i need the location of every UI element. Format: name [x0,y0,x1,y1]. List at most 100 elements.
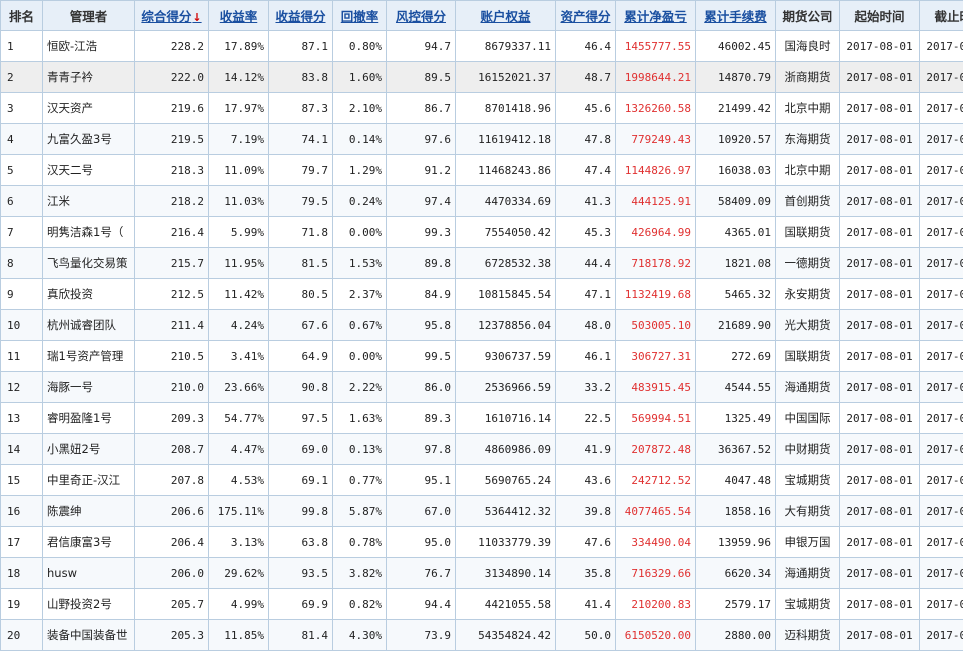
cell-net-pnl: 444125.91 [616,186,696,217]
cell-rank: 17 [1,527,43,558]
table-row[interactable]: 3汉天资产219.617.97%87.32.10%86.78701418.964… [1,93,963,124]
cell-end-date: 2017-08-21 [920,496,963,527]
cell-risk-score: 95.1 [387,465,456,496]
cell-total-score: 218.3 [135,155,209,186]
table-row[interactable]: 9真欣投资212.511.42%80.52.37%84.910815845.54… [1,279,963,310]
cell-fees: 272.69 [696,341,776,372]
cell-return-rate: 7.19% [209,124,269,155]
cell-start-date: 2017-08-01 [840,186,920,217]
table-row[interactable]: 5汉天二号218.311.09%79.71.29%91.211468243.86… [1,155,963,186]
table-row[interactable]: 16陈震绅206.6175.11%99.85.87%67.05364412.32… [1,496,963,527]
cell-net-pnl: 207872.48 [616,434,696,465]
cell-risk-score: 89.3 [387,403,456,434]
cell-return-score: 69.9 [269,589,333,620]
col-risk-score[interactable]: 风控得分 [387,1,456,31]
cell-risk-score: 76.7 [387,558,456,589]
cell-manager: 恒欧-江浩 [43,31,135,62]
cell-asset-score: 33.2 [556,372,616,403]
cell-rank: 1 [1,31,43,62]
cell-equity: 4421055.58 [456,589,556,620]
cell-manager: 明隽洁森1号（ [43,217,135,248]
cell-asset-score: 47.1 [556,279,616,310]
sort-desc-icon: ↓ [192,11,201,24]
cell-equity: 6728532.38 [456,248,556,279]
table-row[interactable]: 4九富久盈3号219.57.19%74.10.14%97.611619412.1… [1,124,963,155]
cell-asset-score: 47.6 [556,527,616,558]
col-return-rate[interactable]: 收益率 [209,1,269,31]
col-fees[interactable]: 累计手续费 [696,1,776,31]
cell-return-rate: 29.62% [209,558,269,589]
table-row[interactable]: 7明隽洁森1号（216.45.99%71.80.00%99.37554050.4… [1,217,963,248]
col-total-score[interactable]: 综合得分↓ [135,1,209,31]
cell-fees: 4544.55 [696,372,776,403]
cell-manager: 中里奇正-汉江 [43,465,135,496]
table-row[interactable]: 20装备中国装备世205.311.85%81.44.30%73.95435482… [1,620,963,651]
table-row[interactable]: 1恒欧-江浩228.217.89%87.10.80%94.78679337.11… [1,31,963,62]
cell-broker: 国联期货 [776,217,840,248]
cell-return-score: 81.5 [269,248,333,279]
col-asset-score[interactable]: 资产得分 [556,1,616,31]
cell-manager: 君信康富3号 [43,527,135,558]
col-equity[interactable]: 账户权益 [456,1,556,31]
cell-asset-score: 22.5 [556,403,616,434]
table-row[interactable]: 2青青子衿222.014.12%83.81.60%89.516152021.37… [1,62,963,93]
table-row[interactable]: 8飞鸟量化交易策215.711.95%81.51.53%89.86728532.… [1,248,963,279]
cell-net-pnl: 1132419.68 [616,279,696,310]
table-row[interactable]: 10杭州诚睿团队211.44.24%67.60.67%95.812378856.… [1,310,963,341]
col-net-pnl[interactable]: 累计净盈亏 [616,1,696,31]
cell-broker: 东海期货 [776,124,840,155]
table-row[interactable]: 17君信康富3号206.43.13%63.80.78%95.011033779.… [1,527,963,558]
cell-return-score: 71.8 [269,217,333,248]
table-row[interactable]: 6江米218.211.03%79.50.24%97.44470334.6941.… [1,186,963,217]
cell-start-date: 2017-08-01 [840,496,920,527]
cell-rank: 15 [1,465,43,496]
cell-drawdown: 2.10% [333,93,387,124]
cell-return-score: 87.1 [269,31,333,62]
cell-rank: 20 [1,620,43,651]
table-row[interactable]: 13睿明盈隆1号209.354.77%97.51.63%89.31610716.… [1,403,963,434]
cell-total-score: 216.4 [135,217,209,248]
cell-return-rate: 54.77% [209,403,269,434]
cell-manager: 飞鸟量化交易策 [43,248,135,279]
cell-start-date: 2017-08-01 [840,589,920,620]
cell-net-pnl: 4077465.54 [616,496,696,527]
table-row[interactable]: 12海豚一号210.023.66%90.82.22%86.02536966.59… [1,372,963,403]
table-row[interactable]: 15中里奇正-汉江207.84.53%69.10.77%95.15690765.… [1,465,963,496]
cell-fees: 21499.42 [696,93,776,124]
cell-drawdown: 0.77% [333,465,387,496]
cell-total-score: 208.7 [135,434,209,465]
cell-asset-score: 47.4 [556,155,616,186]
cell-rank: 12 [1,372,43,403]
cell-start-date: 2017-08-01 [840,248,920,279]
cell-start-date: 2017-08-01 [840,620,920,651]
cell-fees: 1821.08 [696,248,776,279]
cell-drawdown: 1.60% [333,62,387,93]
cell-risk-score: 89.5 [387,62,456,93]
cell-fees: 58409.09 [696,186,776,217]
cell-drawdown: 5.87% [333,496,387,527]
cell-return-rate: 4.99% [209,589,269,620]
table-row[interactable]: 11瑞1号资产管理210.53.41%64.90.00%99.59306737.… [1,341,963,372]
col-return-score[interactable]: 收益得分 [269,1,333,31]
cell-return-score: 97.5 [269,403,333,434]
table-row[interactable]: 14小黑妞2号208.74.47%69.00.13%97.84860986.09… [1,434,963,465]
cell-equity: 3134890.14 [456,558,556,589]
cell-return-rate: 175.11% [209,496,269,527]
col-drawdown[interactable]: 回撤率 [333,1,387,31]
table-row[interactable]: 18husw206.029.62%93.53.82%76.73134890.14… [1,558,963,589]
cell-manager: 九富久盈3号 [43,124,135,155]
cell-fees: 46002.45 [696,31,776,62]
ranking-table: 排名 管理者 综合得分↓ 收益率 收益得分 回撤率 风控得分 账户权益 资产得分… [0,0,963,651]
cell-broker: 浙商期货 [776,62,840,93]
cell-fees: 21689.90 [696,310,776,341]
cell-equity: 11033779.39 [456,527,556,558]
cell-fees: 36367.52 [696,434,776,465]
cell-start-date: 2017-08-01 [840,31,920,62]
cell-end-date: 2017-08-21 [920,124,963,155]
cell-total-score: 218.2 [135,186,209,217]
table-row[interactable]: 19山野投资2号205.74.99%69.90.82%94.44421055.5… [1,589,963,620]
cell-end-date: 2017-08-21 [920,310,963,341]
cell-net-pnl: 503005.10 [616,310,696,341]
cell-rank: 4 [1,124,43,155]
cell-return-score: 99.8 [269,496,333,527]
